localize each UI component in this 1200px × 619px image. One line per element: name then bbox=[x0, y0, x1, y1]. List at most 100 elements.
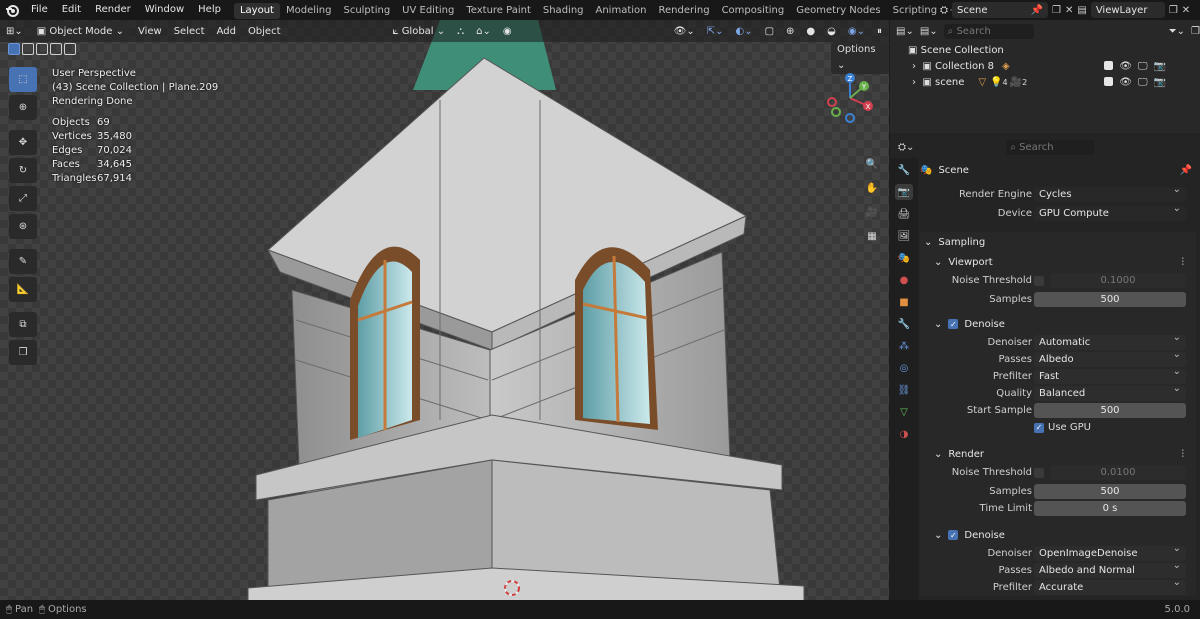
outliner-item-collection-8[interactable]: › ▣ Collection 8 ◈ 👁 🖵 📷 bbox=[890, 58, 1200, 74]
prefilter-select[interactable]: Accurate bbox=[1034, 577, 1186, 595]
select-extend-icon[interactable] bbox=[22, 43, 34, 55]
particles-tab-icon[interactable]: ⁂ bbox=[895, 338, 913, 354]
display-mode-icon[interactable]: ▤⌄ bbox=[920, 26, 938, 37]
noise-threshold-field[interactable]: 0.1000 bbox=[1050, 273, 1186, 288]
view-layer-field[interactable]: ViewLayer bbox=[1090, 2, 1165, 18]
menu-edit[interactable]: Edit bbox=[55, 0, 88, 20]
menu-help[interactable]: Help bbox=[191, 0, 228, 20]
menu-view[interactable]: View bbox=[132, 22, 168, 40]
denoiser-select[interactable]: OpenImageDenoise bbox=[1034, 543, 1186, 561]
delete-scene-icon[interactable]: ✕ bbox=[1065, 5, 1073, 16]
xray-icon[interactable]: ▢ bbox=[759, 22, 780, 40]
tab-uv-editing[interactable]: UV Editing bbox=[396, 3, 460, 19]
camera-icon[interactable]: 🎥 bbox=[862, 202, 882, 222]
time-limit-field[interactable]: 0 s bbox=[1034, 501, 1186, 516]
render-camera-icon[interactable]: 📷 bbox=[1154, 61, 1166, 72]
shading-material-icon[interactable]: ◒ bbox=[821, 22, 842, 40]
quality-select[interactable]: Balanced bbox=[1034, 383, 1186, 401]
tab-texture-paint[interactable]: Texture Paint bbox=[460, 3, 537, 19]
select-new-icon[interactable] bbox=[8, 43, 20, 55]
outliner-item-scene[interactable]: › ▣ scene ▽ 💡 4 🎥 2 👁 🖵 📷 bbox=[890, 74, 1200, 90]
blender-logo-icon[interactable] bbox=[2, 0, 22, 20]
render-camera-icon[interactable]: 📷 bbox=[1154, 77, 1166, 88]
modifier-tab-icon[interactable]: 🔧 bbox=[895, 316, 913, 332]
transform-tool-icon[interactable]: ⊛ bbox=[9, 214, 37, 239]
monitor-icon[interactable]: 🖵 bbox=[1138, 61, 1148, 72]
denoiser-select[interactable]: Automatic bbox=[1034, 332, 1186, 350]
monitor-icon[interactable]: 🖵 bbox=[1138, 77, 1148, 88]
exclude-checkbox[interactable] bbox=[1104, 60, 1114, 70]
navigation-gizmo[interactable]: Z X Y bbox=[824, 72, 876, 124]
tab-shading[interactable]: Shading bbox=[537, 3, 590, 19]
menu-render[interactable]: Render bbox=[88, 0, 138, 20]
select-box-tool-icon[interactable]: ⬚ bbox=[9, 67, 37, 92]
delete-view-layer-icon[interactable]: ✕ bbox=[1182, 5, 1190, 16]
start-sample-field[interactable]: 500 bbox=[1034, 403, 1186, 418]
eye-icon[interactable]: 👁 bbox=[1119, 77, 1132, 88]
constraints-tab-icon[interactable]: ⛓ bbox=[895, 382, 913, 398]
options-dropdown[interactable]: Options ⌄ bbox=[831, 42, 889, 74]
new-view-layer-icon[interactable]: ❐ bbox=[1169, 5, 1178, 16]
viewport-subpanel-header[interactable]: ⌄ Viewport ⫶ bbox=[920, 252, 1196, 272]
exclude-checkbox[interactable] bbox=[1104, 76, 1114, 86]
denoise-checkbox[interactable]: ✓ bbox=[948, 530, 959, 540]
proportional-edit-icon[interactable]: ◉ bbox=[497, 22, 518, 40]
new-collection-icon[interactable]: ❐ bbox=[1191, 26, 1200, 37]
eye-icon[interactable]: 👁 bbox=[1119, 61, 1132, 72]
scene-field[interactable]: Scene 📌 bbox=[952, 2, 1048, 18]
samples-field[interactable]: 500 bbox=[1034, 484, 1186, 499]
presets-icon[interactable]: ⫶ bbox=[1182, 257, 1185, 268]
tab-animation[interactable]: Animation bbox=[590, 3, 653, 19]
world-tab-icon[interactable]: ● bbox=[895, 272, 913, 288]
data-tab-icon[interactable]: ▽ bbox=[895, 404, 913, 420]
menu-add[interactable]: Add bbox=[211, 22, 242, 40]
tab-layout[interactable]: Layout bbox=[233, 2, 280, 19]
tool-tab-icon[interactable]: 🔧 bbox=[895, 162, 913, 178]
render-subpanel-header[interactable]: ⌄ Render ⫶ bbox=[920, 444, 1196, 464]
scene-icon[interactable]: ⛭ bbox=[940, 5, 948, 16]
visibility-icon[interactable]: 👁⌄ bbox=[668, 22, 701, 40]
new-scene-icon[interactable]: ❐ bbox=[1052, 5, 1061, 16]
use-gpu-checkbox[interactable]: ✓ bbox=[1034, 422, 1044, 433]
measure-tool-icon[interactable]: 📐 bbox=[9, 277, 37, 302]
chevron-right-icon[interactable]: › bbox=[912, 77, 922, 88]
denoise-checkbox[interactable]: ✓ bbox=[948, 319, 959, 329]
zoom-icon[interactable]: 🔍 bbox=[862, 154, 882, 174]
presets-icon[interactable]: ⫶ bbox=[1182, 449, 1185, 460]
pin-icon[interactable]: 📌 bbox=[1031, 5, 1043, 16]
menu-file[interactable]: File bbox=[24, 0, 55, 20]
filter-icon[interactable]: ⏷⌄ bbox=[1169, 26, 1185, 37]
annotate-tool-icon[interactable]: ✎ bbox=[9, 249, 37, 274]
passes-select[interactable]: Albedo and Normal bbox=[1034, 560, 1186, 578]
tab-compositing[interactable]: Compositing bbox=[716, 3, 791, 19]
device-select[interactable]: GPU Compute bbox=[1034, 203, 1186, 221]
render-tab-icon[interactable]: 📷 bbox=[895, 184, 913, 200]
passes-select[interactable]: Albedo bbox=[1034, 349, 1186, 367]
menu-select[interactable]: Select bbox=[168, 22, 211, 40]
pan-hand-icon[interactable]: ✋ bbox=[862, 178, 882, 198]
scene-tab-icon[interactable]: 🎭 bbox=[895, 250, 913, 266]
overlay-toggle-icon[interactable]: ◐⌄ bbox=[729, 22, 758, 40]
view-layer-icon[interactable]: ▤ bbox=[1077, 5, 1086, 16]
pin-icon[interactable]: 📌 bbox=[1180, 165, 1192, 176]
pivot-icon[interactable]: ⛬ bbox=[451, 22, 470, 40]
tab-scripting[interactable]: Scripting bbox=[887, 3, 943, 19]
tab-rendering[interactable]: Rendering bbox=[652, 3, 715, 19]
select-intersect-icon[interactable] bbox=[64, 43, 76, 55]
menu-window[interactable]: Window bbox=[138, 0, 191, 20]
select-subtract-icon[interactable] bbox=[36, 43, 48, 55]
output-tab-icon[interactable]: 🖨 bbox=[895, 206, 913, 222]
noise-threshold-checkbox[interactable] bbox=[1034, 467, 1044, 478]
shading-rendered-icon[interactable]: ◉⌄ bbox=[842, 22, 871, 40]
chevron-right-icon[interactable]: › bbox=[912, 61, 922, 72]
orientation-selector[interactable]: ⟀ Global ⌄ bbox=[387, 22, 452, 40]
render-engine-select[interactable]: Cycles bbox=[1034, 184, 1186, 202]
gizmo-toggle-icon[interactable]: ⇱⌄ bbox=[701, 22, 730, 40]
properties-editor-icon[interactable]: ⛭⌄ bbox=[898, 142, 914, 153]
mode-selector[interactable]: ▣ Object Mode ⌄ bbox=[30, 22, 130, 40]
move-tool-icon[interactable]: ✥ bbox=[9, 130, 37, 155]
view-layer-tab-icon[interactable]: 🖼 bbox=[895, 228, 913, 244]
scale-tool-icon[interactable]: ⤢ bbox=[9, 186, 37, 211]
tab-modeling[interactable]: Modeling bbox=[280, 3, 338, 19]
outliner-editor-icon[interactable]: ▤⌄ bbox=[896, 26, 914, 37]
